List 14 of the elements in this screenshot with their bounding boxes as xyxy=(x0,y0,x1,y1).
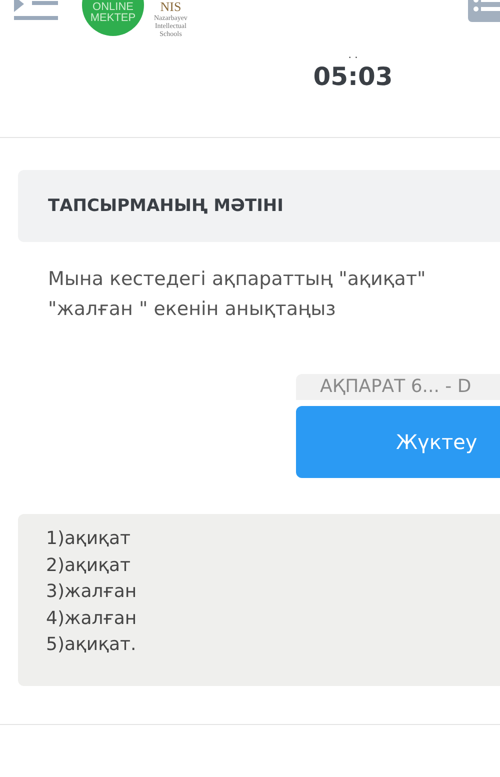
answer-line: 2)ақиқат xyxy=(46,554,132,578)
answer-line: 5)ақиқат. xyxy=(46,633,138,657)
task-title: ТАПСЫРМАНЫҢ МӘТІНІ xyxy=(48,196,284,216)
answer-line: 4)жалған xyxy=(46,606,138,630)
answer-line: 1)ақиқат xyxy=(46,527,132,551)
download-button[interactable]: Жүктеу xyxy=(296,406,500,478)
answer-line: 3)жалған xyxy=(46,580,138,604)
timer: 05:03 xyxy=(313,62,393,92)
question-text: Мына кестедегі ақпараттың "ақиқат" xyxy=(48,267,427,292)
question-text: "жалған " екенін анықтаңыз xyxy=(48,297,337,322)
timer-dots: . . xyxy=(348,50,358,62)
school-logo: ONLINE MEKTEP xyxy=(82,0,144,36)
file-name: АҚПАРАТ 6... - D xyxy=(296,374,500,400)
nis-logo: NIS xyxy=(160,0,182,14)
